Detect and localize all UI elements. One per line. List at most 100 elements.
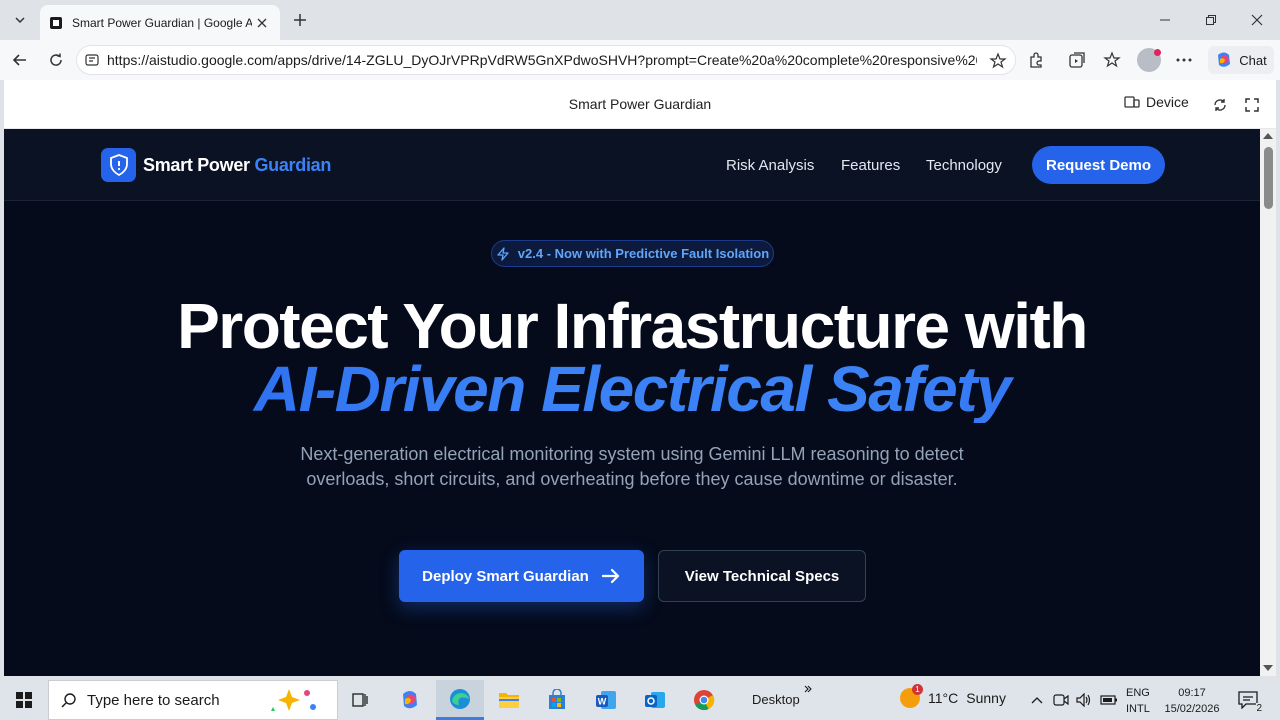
word-icon: W bbox=[596, 691, 616, 709]
battery-icon[interactable] bbox=[1100, 691, 1118, 709]
arrow-right-icon bbox=[601, 568, 619, 584]
chrome-taskbar-button[interactable] bbox=[680, 680, 728, 720]
desktop-toolbar-label[interactable]: Desktop bbox=[752, 692, 800, 707]
ellipsis-icon bbox=[1176, 58, 1192, 62]
meet-now-icon[interactable] bbox=[1052, 691, 1070, 709]
ai-studio-favicon-icon bbox=[48, 15, 64, 31]
device-icon bbox=[1124, 96, 1140, 108]
preview-scrollbar[interactable] bbox=[1260, 129, 1276, 676]
refresh-icon bbox=[50, 53, 62, 66]
taskbar-search[interactable]: Type here to search bbox=[48, 680, 338, 720]
edge-icon bbox=[450, 688, 470, 709]
collections-icon bbox=[1069, 52, 1085, 68]
volume-icon[interactable] bbox=[1075, 691, 1093, 709]
weather-badge: 1 bbox=[912, 684, 923, 695]
copilot-icon bbox=[1218, 52, 1231, 67]
language-code: ENG bbox=[1126, 687, 1150, 699]
store-taskbar-button[interactable] bbox=[533, 680, 581, 720]
version-badge-text: v2.4 - Now with Predictive Fault Isolati… bbox=[517, 246, 770, 261]
fullscreen-icon bbox=[1245, 98, 1259, 112]
refresh-button[interactable] bbox=[42, 46, 70, 74]
show-hidden-icons-button[interactable] bbox=[1028, 691, 1046, 709]
minimize-button[interactable] bbox=[1142, 0, 1188, 40]
deploy-button-label: Deploy Smart Guardian bbox=[422, 567, 589, 585]
chrome-icon bbox=[694, 690, 715, 711]
puzzle-icon bbox=[1030, 52, 1042, 68]
scrollbar-thumb[interactable] bbox=[1264, 147, 1273, 209]
site-info-icon[interactable] bbox=[77, 53, 107, 67]
hero-headline-line2: AI-Driven Electrical Safety bbox=[4, 355, 1260, 423]
file-explorer-taskbar-button[interactable] bbox=[485, 680, 533, 720]
copilot-chat-button[interactable]: Chat bbox=[1208, 46, 1274, 74]
extensions-button[interactable] bbox=[1022, 46, 1050, 74]
scroll-down-icon[interactable] bbox=[1263, 665, 1273, 671]
word-taskbar-button[interactable]: W bbox=[582, 680, 630, 720]
app-preview: Smart Power Guardian Risk Analysis Featu… bbox=[4, 129, 1260, 676]
deploy-button[interactable]: Deploy Smart Guardian bbox=[399, 550, 644, 602]
task-view-icon bbox=[352, 693, 368, 707]
close-window-button[interactable] bbox=[1234, 0, 1280, 40]
start-button[interactable] bbox=[0, 680, 48, 720]
address-bar[interactable]: https://aistudio.google.com/apps/drive/1… bbox=[76, 45, 1016, 75]
favorites-button[interactable] bbox=[1098, 46, 1126, 74]
copilot-taskbar-button[interactable] bbox=[386, 680, 434, 720]
collections-button[interactable] bbox=[1063, 46, 1091, 74]
profile-notification-dot bbox=[1154, 49, 1161, 56]
shield-icon bbox=[101, 148, 136, 182]
clock-time: 09:17 bbox=[1178, 687, 1206, 699]
arrow-left-icon bbox=[12, 54, 26, 66]
weather-text: Sunny bbox=[966, 690, 1006, 706]
tab-title: Smart Power Guardian | Google AI Studio bbox=[72, 15, 252, 30]
brand-logo[interactable]: Smart Power Guardian bbox=[101, 148, 331, 182]
keyboard-layout: INTL bbox=[1126, 703, 1150, 715]
sun-icon: 1 bbox=[900, 684, 923, 708]
app-navbar: Smart Power Guardian Risk Analysis Featu… bbox=[4, 129, 1260, 201]
svg-text:W: W bbox=[598, 697, 607, 707]
restore-button[interactable] bbox=[1188, 0, 1234, 40]
favorites-icon bbox=[1103, 51, 1121, 68]
url-text[interactable]: https://aistudio.google.com/apps/drive/1… bbox=[107, 52, 977, 68]
browser-tabstrip: Smart Power Guardian | Google AI Studio bbox=[0, 0, 1280, 40]
refresh-preview-button[interactable] bbox=[1210, 95, 1230, 115]
hero-headline-line1: Protect Your Infrastructure with bbox=[177, 290, 1088, 362]
system-clock[interactable]: 09:17 15/02/2026 bbox=[1162, 685, 1222, 717]
outlook-taskbar-button[interactable] bbox=[631, 680, 679, 720]
restore-icon bbox=[1206, 15, 1216, 25]
fullscreen-button[interactable] bbox=[1242, 95, 1262, 115]
device-toggle-button[interactable]: Device bbox=[1124, 94, 1189, 110]
taskbar-search-placeholder: Type here to search bbox=[87, 691, 220, 709]
preview-title: Smart Power Guardian bbox=[568, 96, 712, 112]
close-icon bbox=[1251, 14, 1263, 26]
folder-icon bbox=[499, 693, 519, 708]
weather-widget[interactable]: 1 11°C Sunny bbox=[900, 684, 1006, 708]
new-tab-button[interactable] bbox=[288, 8, 312, 32]
nav-link-technology[interactable]: Technology bbox=[926, 157, 1002, 174]
chevron-down-icon bbox=[15, 17, 25, 24]
request-demo-button[interactable]: Request Demo bbox=[1032, 146, 1165, 184]
clock-date: 15/02/2026 bbox=[1164, 703, 1220, 715]
version-badge: v2.4 - Now with Predictive Fault Isolati… bbox=[491, 240, 774, 267]
lightning-icon bbox=[497, 246, 509, 261]
nav-link-features[interactable]: Features bbox=[841, 157, 900, 174]
outlook-icon bbox=[645, 692, 665, 708]
task-view-button[interactable] bbox=[336, 680, 384, 720]
add-favorite-star-icon[interactable] bbox=[987, 50, 1009, 72]
store-icon bbox=[549, 689, 565, 709]
notification-center-button[interactable]: 2 bbox=[1236, 688, 1262, 714]
double-chevron-icon[interactable] bbox=[803, 684, 813, 694]
language-indicator[interactable]: ENG INTL bbox=[1126, 685, 1150, 717]
search-icon bbox=[61, 693, 76, 708]
back-button[interactable] bbox=[6, 46, 34, 74]
scroll-up-icon[interactable] bbox=[1263, 133, 1273, 139]
more-options-button[interactable] bbox=[1170, 46, 1198, 74]
reload-icon bbox=[1214, 99, 1226, 111]
notification-icon bbox=[1238, 691, 1258, 709]
nav-link-risk-analysis[interactable]: Risk Analysis bbox=[726, 157, 814, 174]
plus-icon bbox=[294, 14, 306, 26]
brand-name-main: Smart Power bbox=[143, 154, 250, 175]
tab-close-icon[interactable] bbox=[252, 13, 272, 33]
tab-list-button[interactable] bbox=[6, 6, 34, 34]
browser-tab-active[interactable]: Smart Power Guardian | Google AI Studio bbox=[40, 5, 280, 40]
technical-specs-button[interactable]: View Technical Specs bbox=[658, 550, 866, 602]
edge-taskbar-button[interactable] bbox=[436, 680, 484, 720]
